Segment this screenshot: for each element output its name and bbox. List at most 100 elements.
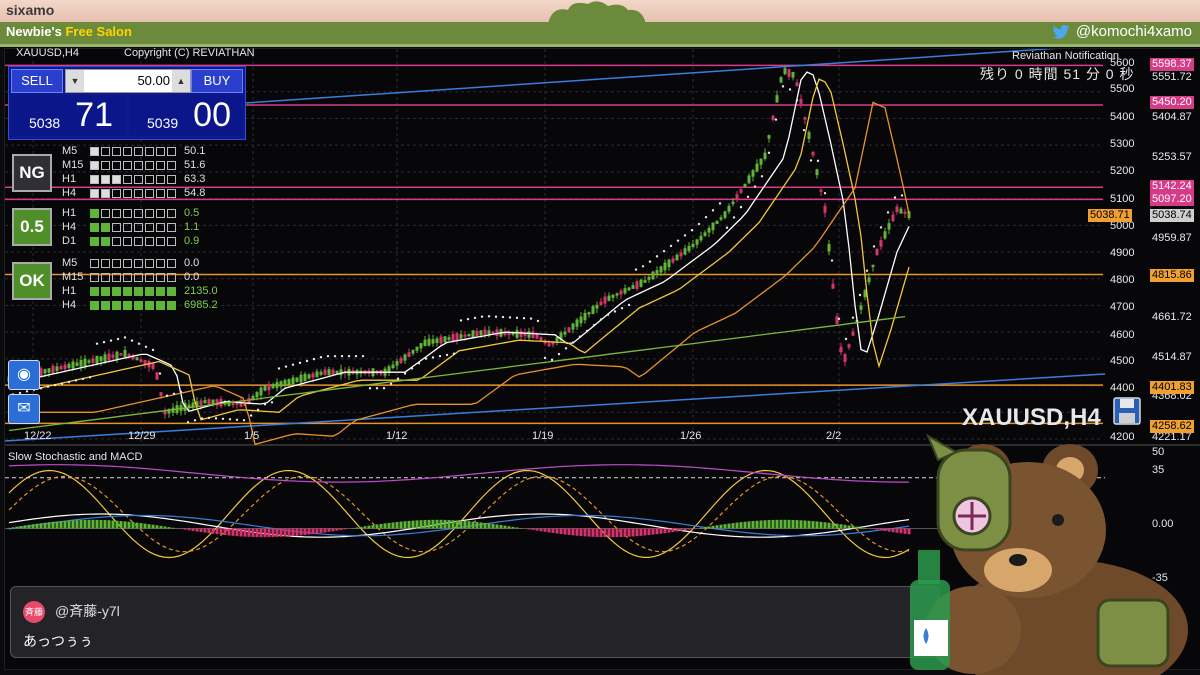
lot-size-stepper[interactable]: ▼ 50.00 ▲ bbox=[65, 69, 191, 93]
sar-dot bbox=[270, 401, 274, 404]
candle-body bbox=[835, 316, 839, 324]
sar-dot bbox=[746, 195, 750, 199]
histogram-bar bbox=[807, 520, 811, 529]
candlestick bbox=[279, 380, 283, 391]
histogram-bar bbox=[247, 528, 251, 537]
sell-button[interactable]: SELL bbox=[11, 69, 63, 93]
price-axis-label: 4514.87 bbox=[1152, 351, 1192, 363]
histogram-bar bbox=[595, 528, 599, 537]
signal-box bbox=[123, 286, 132, 296]
histogram-bar bbox=[603, 528, 607, 538]
candle-body bbox=[275, 382, 279, 388]
buy-button[interactable]: BUY bbox=[191, 69, 243, 93]
signal-box bbox=[156, 208, 165, 218]
signal-box bbox=[134, 300, 143, 310]
sar-dot bbox=[368, 387, 372, 390]
sell-price[interactable]: 5038 71 bbox=[11, 95, 125, 135]
candle-body bbox=[483, 329, 487, 335]
lot-size-value[interactable]: 50.00 bbox=[86, 70, 170, 92]
histogram-bar bbox=[591, 528, 595, 537]
sar-dot bbox=[249, 414, 253, 417]
candlestick bbox=[99, 356, 103, 366]
candlestick bbox=[583, 309, 587, 324]
candle-body bbox=[303, 373, 307, 382]
sar-dot bbox=[46, 385, 50, 388]
price-axis-label: 5500 bbox=[1110, 83, 1135, 95]
candlestick bbox=[111, 351, 115, 362]
candle-body bbox=[339, 369, 343, 376]
sar-dot bbox=[606, 313, 610, 316]
candlestick bbox=[459, 330, 463, 340]
sar-dot bbox=[837, 317, 841, 320]
save-floppy-icon[interactable] bbox=[1112, 396, 1142, 426]
signal-row: H4 1.1 bbox=[62, 220, 199, 234]
candlestick bbox=[543, 339, 547, 346]
candle-body bbox=[411, 349, 415, 354]
candle-body bbox=[287, 379, 291, 385]
candlestick bbox=[691, 239, 695, 249]
candle-body bbox=[883, 231, 887, 239]
candle-body bbox=[311, 373, 315, 378]
candlestick bbox=[611, 294, 615, 302]
candle-body bbox=[587, 312, 591, 315]
price-axis-label: 5200 bbox=[1110, 165, 1135, 177]
sar-dot bbox=[536, 319, 540, 323]
sar-dot bbox=[613, 310, 617, 313]
candlestick bbox=[671, 255, 675, 265]
candle-body bbox=[699, 235, 703, 241]
histogram-bar bbox=[675, 528, 679, 532]
lot-increase-icon[interactable]: ▲ bbox=[172, 70, 190, 92]
histogram-bar bbox=[79, 519, 83, 529]
price-tag: 5038.71 bbox=[1088, 209, 1132, 222]
candlestick bbox=[403, 353, 407, 365]
buy-price[interactable]: 5039 00 bbox=[129, 95, 243, 135]
camera-icon[interactable]: ◉ bbox=[8, 360, 40, 390]
histogram-bar bbox=[319, 528, 323, 533]
chat-icon[interactable]: ✉ bbox=[8, 394, 40, 424]
candle-body bbox=[259, 387, 263, 396]
histogram-bar bbox=[207, 528, 211, 534]
candlestick bbox=[615, 292, 619, 299]
candlestick bbox=[135, 356, 139, 361]
candlestick bbox=[895, 203, 899, 215]
candle-body bbox=[59, 366, 63, 370]
histogram-bar bbox=[71, 520, 75, 529]
signal-row: M5 50.1 bbox=[62, 144, 205, 158]
candlestick bbox=[591, 304, 595, 315]
sar-dot bbox=[333, 354, 337, 358]
sar-dot bbox=[501, 315, 505, 319]
candle-body bbox=[659, 266, 663, 273]
candle-body bbox=[563, 331, 567, 335]
lot-decrease-icon[interactable]: ▼ bbox=[66, 70, 84, 92]
price-axis-label: 5300 bbox=[1110, 138, 1135, 150]
histogram-bar bbox=[119, 521, 123, 529]
candlestick bbox=[587, 311, 591, 318]
candle-body bbox=[683, 248, 687, 255]
histogram-bar bbox=[407, 520, 411, 529]
signal-box bbox=[134, 146, 143, 156]
salon-banner: Newbie's Free Salon @komochi4xamo bbox=[0, 22, 1200, 47]
sar-dot bbox=[795, 99, 799, 102]
histogram-bar bbox=[555, 528, 559, 534]
histogram-bar bbox=[367, 525, 371, 529]
histogram-bar bbox=[751, 521, 755, 529]
twitter-link[interactable]: @komochi4xamo bbox=[1052, 23, 1192, 40]
candlestick bbox=[519, 328, 523, 342]
signal-timeframe: H1 bbox=[62, 173, 77, 185]
histogram-bar bbox=[171, 527, 175, 529]
histogram-bar bbox=[883, 528, 887, 532]
sar-dot bbox=[662, 249, 666, 253]
histogram-bar bbox=[495, 524, 499, 529]
histogram-bar bbox=[59, 521, 63, 529]
histogram-bar bbox=[839, 524, 843, 529]
candlestick bbox=[235, 402, 239, 409]
candlestick bbox=[555, 336, 559, 346]
histogram-bar bbox=[699, 527, 703, 529]
sar-dot bbox=[543, 356, 547, 360]
price-axis-label: 4600 bbox=[1110, 329, 1135, 341]
histogram-bar bbox=[255, 528, 259, 538]
histogram-bar bbox=[123, 521, 127, 529]
histogram-bar bbox=[671, 528, 675, 533]
time-axis-label: 1/12 bbox=[386, 430, 408, 442]
candlestick bbox=[723, 210, 727, 220]
